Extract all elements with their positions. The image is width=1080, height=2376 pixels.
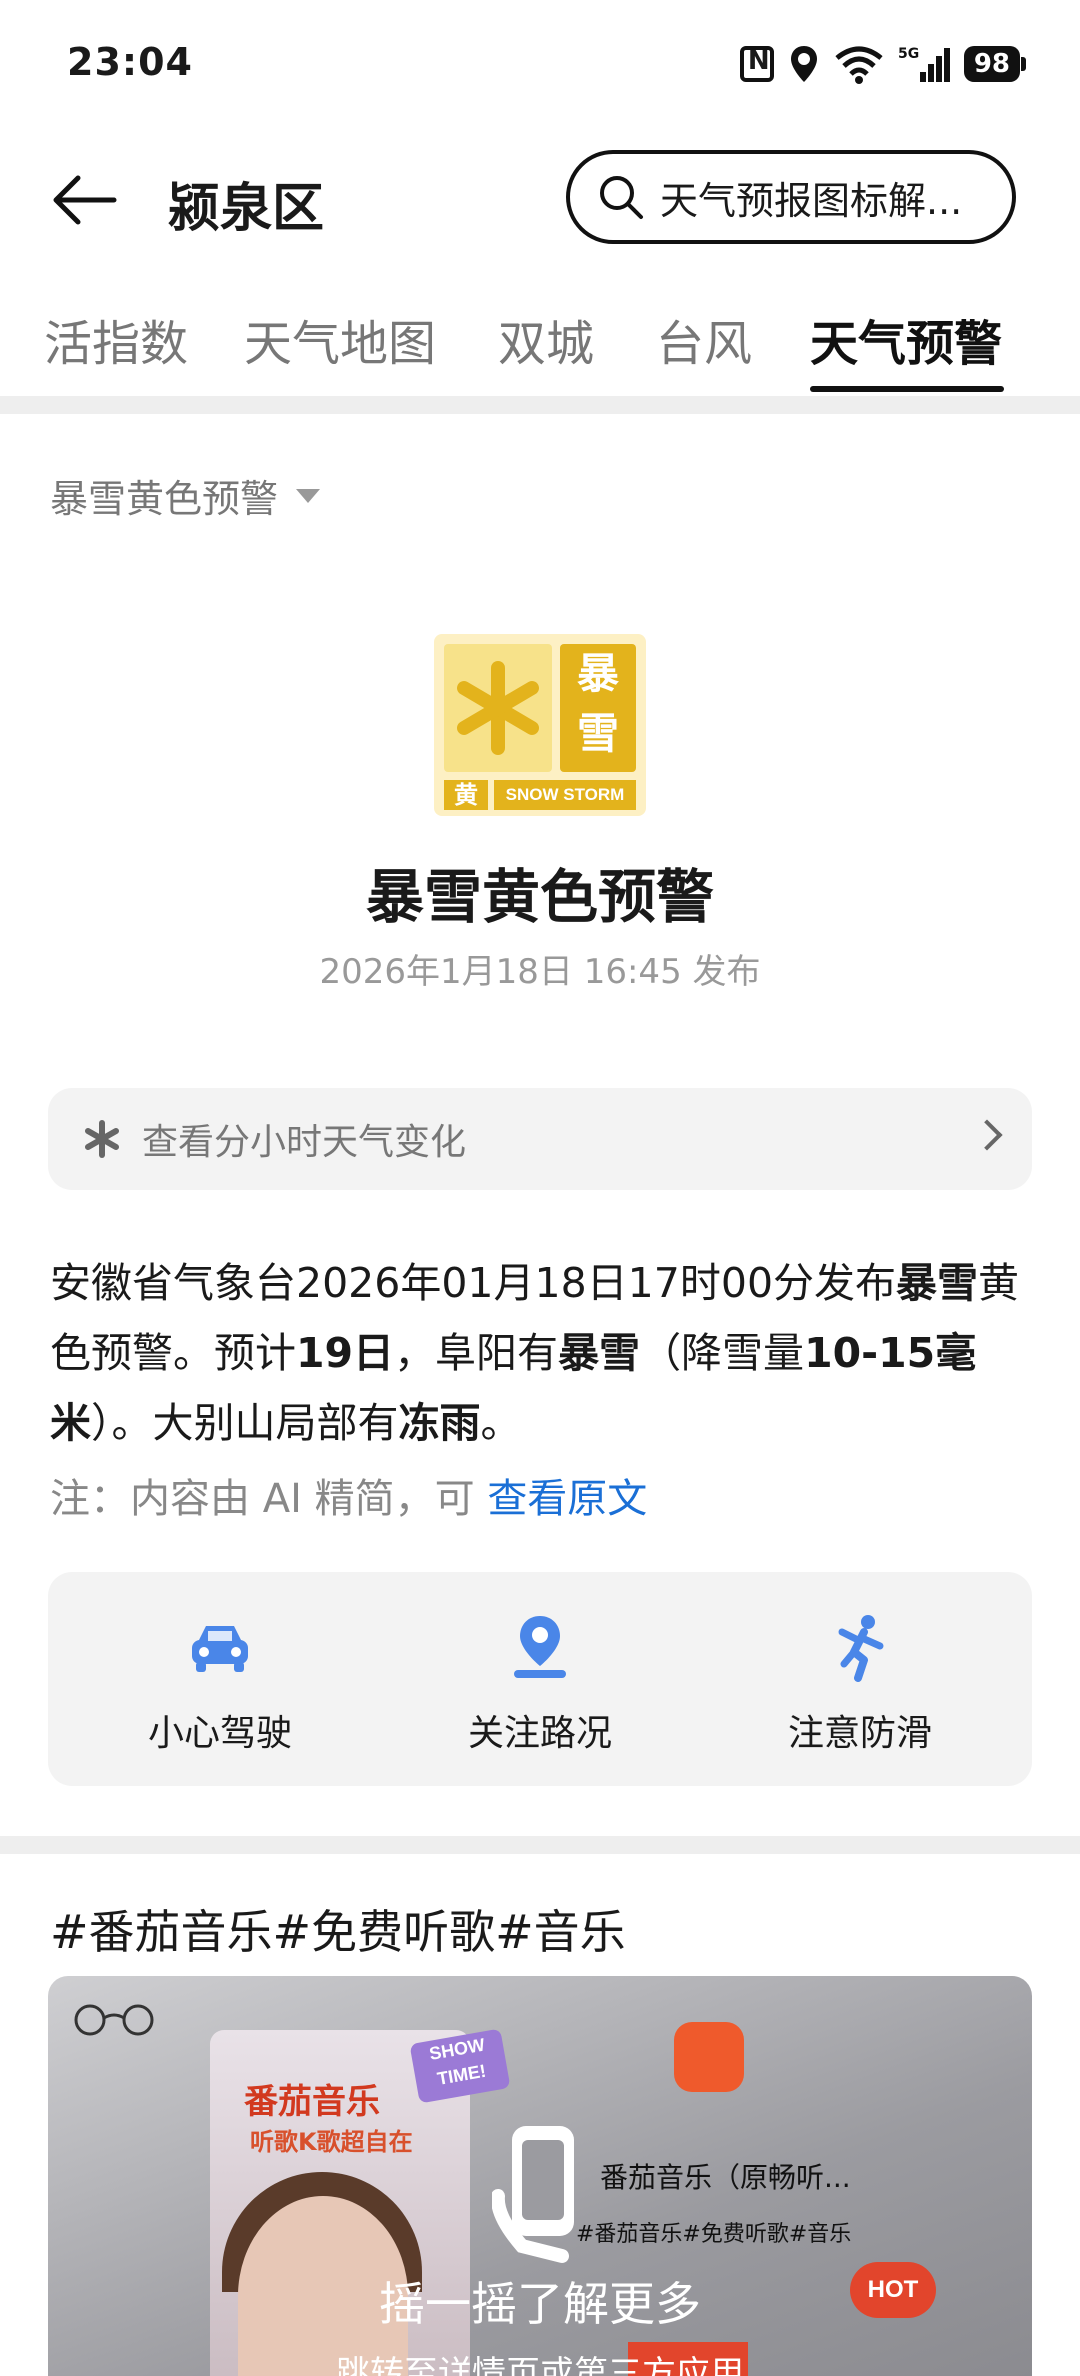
- section-divider: [0, 396, 1080, 414]
- hourly-label: 查看分小时天气变化: [142, 1122, 467, 1163]
- search-icon: [600, 176, 643, 219]
- badge-english: SNOW STORM: [494, 780, 636, 810]
- glasses-icon: [74, 2004, 154, 2036]
- network-label: 5G: [898, 46, 919, 62]
- desc-text: 安徽省气象台2026年01月18日17时00分发布: [50, 1259, 897, 1307]
- badge-char-top: 暴: [576, 649, 619, 698]
- ad-banner[interactable]: 番茄音乐 听歌K歌超自在 SHOW TIME! 番茄音乐（原畅听... #番茄音…: [48, 1976, 1032, 2376]
- view-original-link[interactable]: 查看原文: [487, 1476, 647, 1522]
- badge-char-bottom: 雪: [576, 709, 619, 758]
- desc-bold: 19日: [296, 1329, 395, 1377]
- battery-indicator: 98: [963, 46, 1027, 82]
- page-title: 颍泉区: [168, 179, 325, 239]
- tab-life-index[interactable]: 活指数: [44, 304, 188, 374]
- asterisk-icon: [85, 1120, 119, 1158]
- hourly-weather-link[interactable]: 查看分小时天气变化: [48, 1088, 1032, 1190]
- ad-jump-text: 跳转至详情页或第三方应用: [336, 2354, 744, 2376]
- badge-level: 黄: [444, 780, 488, 810]
- dropdown-arrow-icon: [296, 488, 321, 503]
- car-icon: [192, 1626, 248, 1672]
- snowstorm-warning-badge: 暴 雪 黄 SNOW STORM: [434, 634, 646, 816]
- tip-label: 关注路况: [467, 1713, 612, 1754]
- badge-characters: 暴 雪: [560, 644, 636, 772]
- desc-bold: 暴雪: [896, 1259, 979, 1307]
- tip-watch-traffic[interactable]: 关注路况: [440, 1612, 640, 1756]
- alert-description: 安徽省气象台2026年01月18日17时00分发布暴雪黄色预警。预计19日，阜阳…: [50, 1248, 1034, 1458]
- alert-selector-label: 暴雪黄色预警: [50, 477, 279, 521]
- snowflake-icon: [444, 644, 552, 772]
- status-bar: 23:04 5G 98: [0, 0, 1080, 130]
- active-tab-indicator: [810, 386, 1004, 392]
- tip-drive-carefully[interactable]: 小心驾驶: [120, 1612, 320, 1756]
- alert-selector[interactable]: 暴雪黄色预警: [50, 468, 321, 523]
- desc-bold: 冻雨: [398, 1399, 481, 1447]
- section-divider: [0, 1836, 1080, 1854]
- location-icon: [790, 46, 817, 82]
- search-text: 天气预报图标解...: [660, 178, 963, 223]
- desc-text: （降雪量: [640, 1329, 805, 1377]
- tip-anti-slip[interactable]: 注意防滑: [760, 1612, 960, 1756]
- desc-text: 。: [480, 1399, 522, 1447]
- ad-poster-subtitle: 听歌K歌超自在: [250, 2128, 413, 2156]
- search-box[interactable]: 天气预报图标解...: [566, 150, 1016, 244]
- ad-heading[interactable]: #番茄音乐#免费听歌#音乐: [50, 1896, 626, 1962]
- alert-title: 暴雪黄色预警: [365, 863, 714, 931]
- wifi-icon: [835, 46, 883, 84]
- app-logo-icon: [674, 2022, 744, 2092]
- status-time: 23:04: [67, 40, 193, 84]
- tab-typhoon[interactable]: 台风: [656, 304, 752, 374]
- ad-app-name: 番茄音乐（原畅听...: [600, 2161, 851, 2194]
- tab-dual-city[interactable]: 双城: [498, 304, 594, 374]
- desc-bold: 暴雪: [558, 1329, 641, 1377]
- ad-shake-text: 摇一摇了解更多: [379, 2277, 701, 2331]
- ad-poster-title: 番茄音乐: [244, 2082, 380, 2122]
- note-text: 注：内容由 AI 精简，可: [50, 1476, 488, 1522]
- chevron-right-icon: [971, 1119, 1003, 1151]
- tab-weather-map[interactable]: 天气地图: [244, 304, 436, 374]
- tip-label: 注意防滑: [787, 1713, 932, 1754]
- ai-note: 注：内容由 AI 精简，可 查看原文: [50, 1466, 647, 1524]
- desc-text: ，阜阳有: [394, 1329, 559, 1377]
- back-arrow-icon[interactable]: [48, 164, 120, 236]
- slip-icon: [838, 1615, 884, 1682]
- nfc-icon: [739, 46, 774, 82]
- ad-app-tags: #番茄音乐#免费听歌#音乐: [576, 2222, 852, 2247]
- location-pin-icon: [514, 1616, 566, 1678]
- header: 颍泉区 天气预报图标解...: [0, 140, 1080, 260]
- signal-icon: 5G: [898, 46, 950, 82]
- status-icons: 5G 98: [739, 42, 1027, 86]
- tip-label: 小心驾驶: [147, 1713, 292, 1754]
- tab-bar: 活指数 天气地图 双城 台风 天气预警: [0, 290, 1080, 400]
- tab-weather-warning[interactable]: 天气预警: [810, 304, 1002, 374]
- alert-published-time: 2026年1月18日 16:45 发布: [319, 952, 761, 992]
- safety-tips-card: 小心驾驶 关注路况 注意防滑: [48, 1572, 1032, 1786]
- desc-text: ）。大别山局部有: [91, 1399, 399, 1447]
